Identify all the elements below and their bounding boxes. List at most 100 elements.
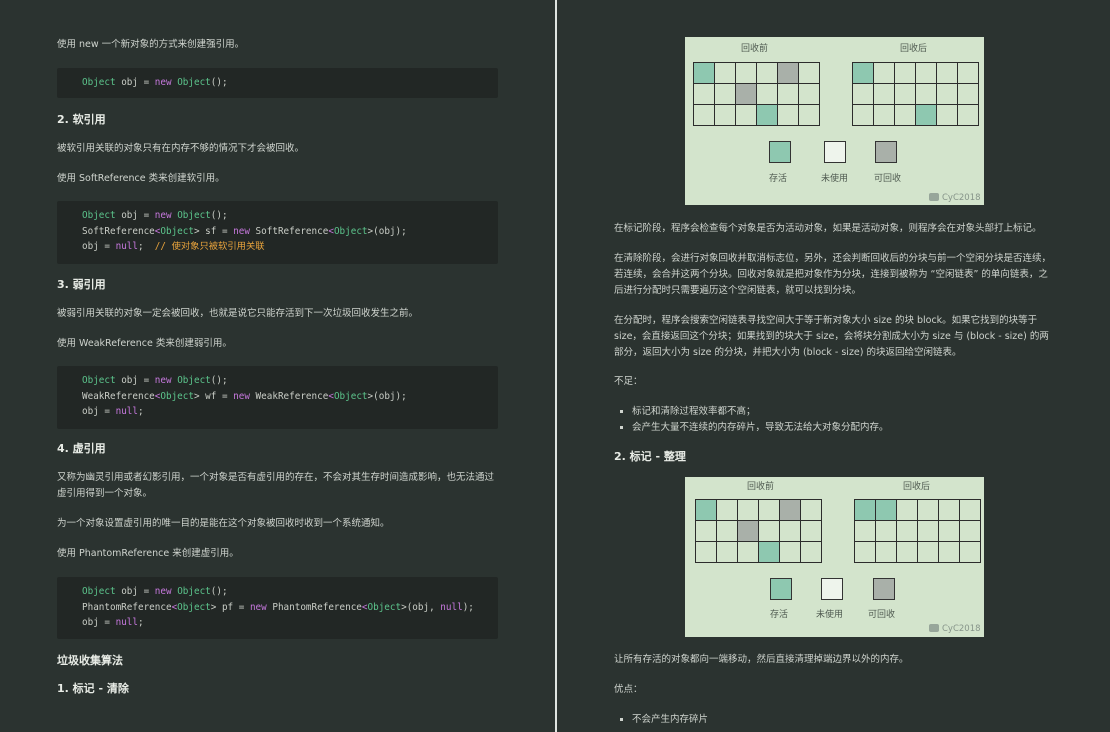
unused-block xyxy=(715,63,735,83)
legend-reclaimable-swatch xyxy=(873,578,895,600)
unused-block xyxy=(855,521,875,541)
heading-phantom-reference: 4. 虚引用 xyxy=(57,442,106,455)
phantom-ref-desc: 又称为幽灵引用或者幻影引用，一个对象是否有虚引用的存在，不会对其生存时间造成影响… xyxy=(57,472,495,499)
unused-block xyxy=(780,542,800,562)
reclaimable-block xyxy=(780,500,800,520)
live-block xyxy=(855,500,875,520)
pros-label: 优点： xyxy=(614,684,643,695)
unused-block xyxy=(780,521,800,541)
legend-reclaimable-label: 可回收 xyxy=(874,174,902,184)
list-item: 会产生大量不连续的内存碎片，导致无法给大对象分配内存。 xyxy=(632,420,889,436)
phantom-ref-usage: 使用 PhantomReference 来创建虚引用。 xyxy=(57,548,239,559)
unused-block xyxy=(696,542,716,562)
cat-logo-icon xyxy=(929,193,939,201)
unused-block xyxy=(694,105,714,125)
allocation-desc: 在分配时，程序会搜索空闲链表寻找空间大于等于新对象大小 size 的块 bloc… xyxy=(614,315,1049,358)
live-block xyxy=(853,63,873,83)
legend-unused-swatch xyxy=(824,141,846,163)
figure-mark-compact: 回收前 回收后 存活 未使用 可回收 CyC2018 xyxy=(685,477,984,637)
unused-block xyxy=(801,521,821,541)
unused-block xyxy=(876,521,896,541)
unused-block xyxy=(715,105,735,125)
list-item: 标记和清除过程效率都不高； xyxy=(632,404,889,420)
legend-unused-label: 未使用 xyxy=(821,174,849,184)
unused-block xyxy=(694,84,714,104)
legend-unused-swatch xyxy=(821,578,843,600)
unused-block xyxy=(874,84,894,104)
live-block xyxy=(696,500,716,520)
weak-ref-desc: 被弱引用关联的对象一定会被回收，也就是说它只能存活到下一次垃圾回收发生之前。 xyxy=(57,308,419,319)
unused-block xyxy=(717,542,737,562)
unused-block xyxy=(958,105,978,125)
code-line: Object obj = new Object(); xyxy=(82,375,228,386)
code-block-weak[interactable]: Object obj = new Object(); WeakReference<… xyxy=(57,366,498,429)
unused-block xyxy=(876,542,896,562)
fig1-before-grid xyxy=(693,62,820,126)
unused-block xyxy=(736,63,756,83)
legend-reclaimable-swatch xyxy=(875,141,897,163)
unused-block xyxy=(801,500,821,520)
heading-weak-reference: 3. 弱引用 xyxy=(57,278,106,291)
code-line: Object obj = new Object(); xyxy=(82,77,228,88)
legend-reclaimable-label: 可回收 xyxy=(868,610,896,620)
unused-block xyxy=(778,84,798,104)
reclaimable-block xyxy=(778,63,798,83)
watermark-text: CyC2018 xyxy=(942,624,981,634)
unused-block xyxy=(958,63,978,83)
unused-block xyxy=(778,105,798,125)
unused-block xyxy=(717,500,737,520)
unused-block xyxy=(939,521,959,541)
phantom-ref-purpose: 为一个对象设置虚引用的唯一目的是能在这个对象被回收时收到一个系统通知。 xyxy=(57,518,390,529)
code-block-phantom[interactable]: Object obj = new Object(); PhantomReferen… xyxy=(57,577,498,639)
reclaimable-block xyxy=(736,84,756,104)
unused-block xyxy=(736,105,756,125)
heading-soft-reference: 2. 软引用 xyxy=(57,113,106,126)
code-block-soft[interactable]: Object obj = new Object(); SoftReference<… xyxy=(57,201,498,264)
legend-live-swatch xyxy=(770,578,792,600)
fig2-before-caption: 回收前 xyxy=(747,482,775,492)
page-divider xyxy=(555,0,557,732)
code-line: obj = null; xyxy=(82,406,144,417)
list-item: 不会产生内存碎片 xyxy=(632,712,708,728)
heading-mark-compact: 2. 标记 - 整理 xyxy=(614,450,686,463)
legend-unused-label: 未使用 xyxy=(816,610,844,620)
unused-block xyxy=(916,84,936,104)
code-line: WeakReference<Object> wf = new WeakRefer… xyxy=(82,390,407,402)
mark-compact-desc: 让所有存活的对象都向一端移动，然后直接清理掉端边界以外的内存。 xyxy=(614,654,909,665)
unused-block xyxy=(801,542,821,562)
unused-block xyxy=(855,542,875,562)
legend-live-swatch xyxy=(769,141,791,163)
unused-block xyxy=(757,84,777,104)
unused-block xyxy=(895,84,915,104)
unused-block xyxy=(937,105,957,125)
unused-block xyxy=(937,84,957,104)
fig2-after-grid xyxy=(854,499,981,563)
unused-block xyxy=(897,521,917,541)
unused-block xyxy=(918,500,938,520)
fig1-watermark: CyC2018 xyxy=(929,193,981,203)
figure-mark-sweep: 回收前 回收后 存活 未使用 可回收 CyC2018 xyxy=(685,37,984,205)
heading-mark-sweep: 1. 标记 - 清除 xyxy=(57,682,129,695)
unused-block xyxy=(897,542,917,562)
unused-block xyxy=(918,521,938,541)
code-block-strong[interactable]: Object obj = new Object(); xyxy=(57,68,498,98)
fig1-before-caption: 回收前 xyxy=(741,44,769,54)
unused-block xyxy=(897,500,917,520)
unused-block xyxy=(960,521,980,541)
watermark-text: CyC2018 xyxy=(942,193,981,203)
weak-ref-usage: 使用 WeakReference 类来创建弱引用。 xyxy=(57,338,232,349)
code-line: Object obj = new Object(); xyxy=(82,586,228,597)
unused-block xyxy=(939,500,959,520)
live-block xyxy=(757,105,777,125)
live-block xyxy=(916,105,936,125)
unused-block xyxy=(799,105,819,125)
unused-block xyxy=(960,542,980,562)
unused-block xyxy=(895,63,915,83)
live-block xyxy=(876,500,896,520)
soft-ref-desc: 被软引用关联的对象只有在内存不够的情况下才会被回收。 xyxy=(57,143,305,154)
cons-label: 不足： xyxy=(614,376,643,387)
unused-block xyxy=(853,105,873,125)
reclaimable-block xyxy=(738,521,758,541)
unused-block xyxy=(799,63,819,83)
unused-block xyxy=(939,542,959,562)
